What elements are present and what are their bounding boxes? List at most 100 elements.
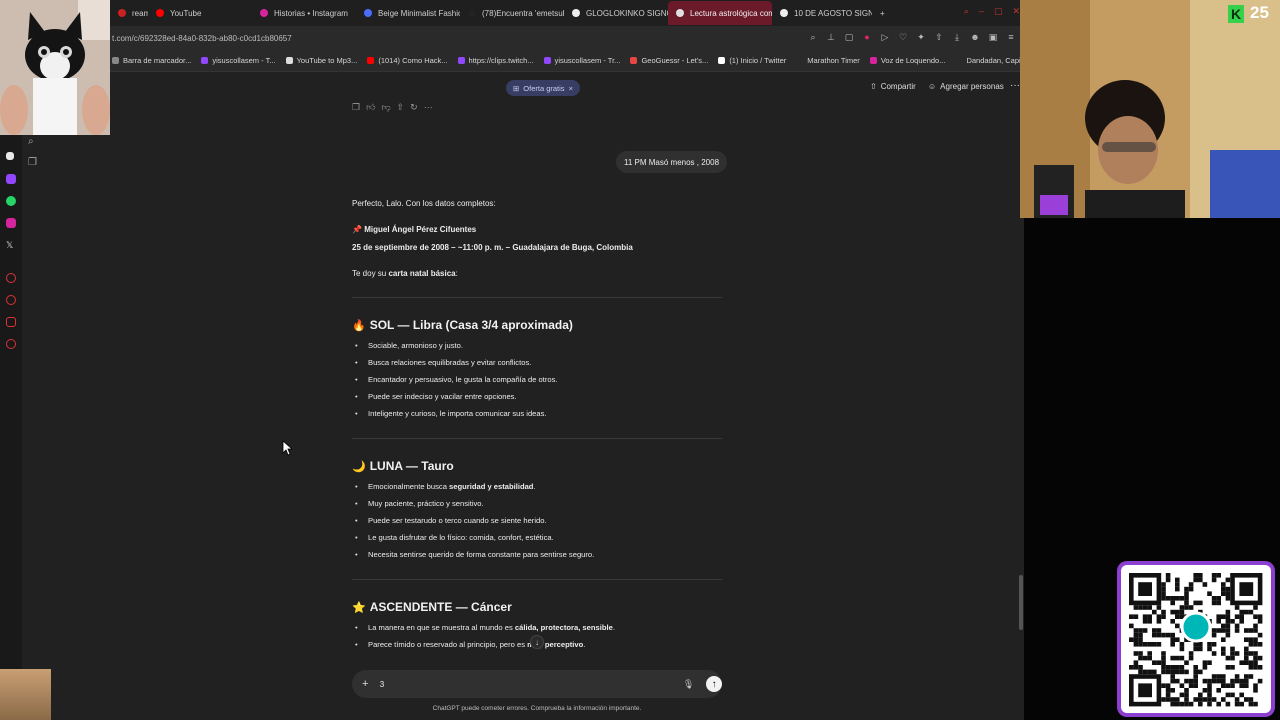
section-emoji-icon: ⭐ [352,601,366,614]
tab-google-1[interactable]: GLOGLOKINKO SIGNO - [564,1,668,25]
bookmark-item[interactable]: https://clips.twitch... [457,56,534,65]
bookmark-item[interactable]: (1014) Como Hack... [367,56,448,65]
tab-instagram[interactable]: Historias • Instagram [252,1,356,25]
chat-sidebar-icons: ⌕ ❐ [28,136,37,168]
bookmark-item[interactable]: YouTube to Mp3... [285,56,357,65]
google-icon [780,9,788,17]
share-icon: ⇧ [870,82,877,91]
settings-icon[interactable] [6,339,16,349]
list-item: Necesita sentirse querido de forma const… [352,546,722,563]
lock-icon[interactable]: ▣ [988,32,998,42]
add-people-label: Agregar personas [940,82,1004,91]
minimize-icon[interactable]: – [979,6,984,17]
share-icon[interactable]: ⇧ [934,32,944,42]
extensions-icon[interactable]: ✦ [916,32,926,42]
more-options-button[interactable]: ··· [1010,80,1020,91]
arrow-up-icon: ↑ [711,678,717,690]
heart-icon[interactable]: ♡ [898,32,908,42]
download-icon[interactable]: ⤓ [952,32,962,42]
x-icon[interactable]: 𝕏 [6,240,16,250]
section-list: Emocionalmente busca seguridad y estabil… [352,478,722,563]
collections-icon[interactable] [6,317,16,327]
pin-icon[interactable]: ⊥ [826,32,836,42]
bookmark-favicon-icon [630,57,638,64]
list-item-text: Muy paciente, práctico y sensitivo. [368,499,484,508]
offer-pill[interactable]: ⊞ Oferta gratis × [506,80,580,96]
scrollbar[interactable] [1019,575,1023,630]
history-icon[interactable] [6,273,16,283]
record-icon[interactable]: ● [862,32,872,42]
new-tab-button[interactable]: + [872,1,892,25]
chatgpt-icon [676,9,684,17]
tab-tiktok[interactable]: (78)Encuentra 'emetsuk [460,1,564,25]
bookmark-item[interactable]: yisuscollasem - T... [201,56,276,65]
list-item-text: Busca relaciones equilibradas y evitar c… [368,358,532,367]
tab-label: (78)Encuentra 'emetsuk [482,8,564,18]
section-title: ASCENDENTE — Cáncer [369,600,512,614]
chart-intro-suffix: : [455,269,458,278]
bookmark-label: https://clips.twitch... [468,56,534,65]
tab-stream[interactable]: ream - Y [110,1,148,25]
list-item: Emocionalmente busca seguridad y estabil… [352,478,722,495]
search-tabs-icon[interactable]: ⌕ [964,6,969,17]
list-item: Busca relaciones equilibradas y evitar c… [352,354,722,371]
bookmark-item[interactable]: Barra de marcador... [112,56,191,65]
library-icon[interactable]: ❐ [28,157,37,168]
qr-pattern [1129,573,1263,707]
message-actions: ❐ 👍︎ 👎︎ ⇧ ↻ ··· [352,102,433,113]
list-item-text: Encantador y persuasivo, le gusta la com… [368,375,558,384]
bookmark-item[interactable]: GeoGuessr - Let's... [630,56,708,65]
bookmark-label: GeoGuessr - Let's... [641,56,709,65]
bookmark-item[interactable]: (1) Inicio / Twitter [718,56,786,65]
add-people-button[interactable]: ☺ Agregar personas [928,82,1004,91]
scroll-down-button[interactable]: ↓ [530,635,544,649]
copy-icon[interactable]: ❐ [352,102,360,113]
tab-google-2[interactable]: 10 DE AGOSTO SIGNO - [772,1,872,25]
screenshot-icon[interactable]: ▢ [844,32,854,42]
bookmark-item[interactable]: yisuscollasem - Tr... [543,56,620,65]
profile-icon[interactable]: ☻ [970,32,980,42]
add-attachment-button[interactable]: + [362,678,374,690]
browser-tab-strip: ream - Y YouTube Historias • Instagram B… [0,0,1024,26]
maximize-icon[interactable]: ▢ [994,6,1003,17]
list-item: Le gusta disfrutar de lo físico: comida,… [352,529,722,546]
clock-icon[interactable] [6,295,16,305]
send-button[interactable]: ↑ [706,676,722,692]
search-icon[interactable]: ⌕ [28,136,37,147]
chart-intro-prefix: Te doy su [352,269,389,278]
twitch-icon[interactable] [6,174,16,184]
section-divider [352,438,722,439]
url-field[interactable]: t.com/c/692328ed-84a0-832b-ab80-c0cd1cb8… [112,34,292,43]
webcam-overlay-cat [0,0,110,135]
list-item: Encantador y persuasivo, le gusta la com… [352,371,722,388]
thumbs-up-icon[interactable]: 👍︎ [366,102,375,113]
microphone-icon[interactable]: 🎙︎ [683,679,694,690]
bookmark-label: Voz de Loquendo... [880,56,946,65]
list-item-text: Puede ser indeciso y vacilar entre opcio… [368,392,517,401]
list-item-text: Le gusta disfrutar de lo físico: comida,… [368,533,554,542]
list-item-emphasis: seguridad y estabilidad [449,482,534,491]
thumbs-down-icon[interactable]: 👎︎ [381,102,390,113]
prompt-input[interactable]: 3 [380,680,665,689]
close-icon[interactable]: × [569,84,573,93]
tab-canva[interactable]: Beige Minimalist Fashion [356,1,460,25]
toolbar-icons: ⌕ ⊥ ▢ ● ▷ ♡ ✦ ⇧ ⤓ ☻ ▣ ≡ [808,32,1016,42]
share-icon[interactable]: ⇧ [397,102,405,113]
instagram-icon[interactable] [6,218,16,228]
play-icon[interactable]: ▷ [880,32,890,42]
tab-chatgpt[interactable]: Lectura astrológica com [668,1,772,25]
share-button[interactable]: ⇧ Compartir [870,82,916,91]
menu-icon[interactable]: ≡ [1006,32,1016,42]
tab-youtube[interactable]: YouTube [148,1,252,25]
list-item: Puede ser testarudo o terco cuando se si… [352,512,722,529]
section-emoji-icon: 🔥 [352,319,366,332]
bookmark-favicon-icon [869,57,877,64]
bookmark-item[interactable]: Voz de Loquendo... [869,56,946,65]
zoom-icon[interactable]: ⌕ [808,32,818,42]
close-icon[interactable]: ✕ [1012,6,1020,17]
bookmark-item[interactable]: Marathon Timer [796,56,860,65]
regenerate-icon[interactable]: ↻ [410,102,418,113]
whatsapp-icon[interactable] [6,196,16,206]
aria-icon[interactable] [6,152,14,160]
more-icon[interactable]: ··· [424,102,433,113]
